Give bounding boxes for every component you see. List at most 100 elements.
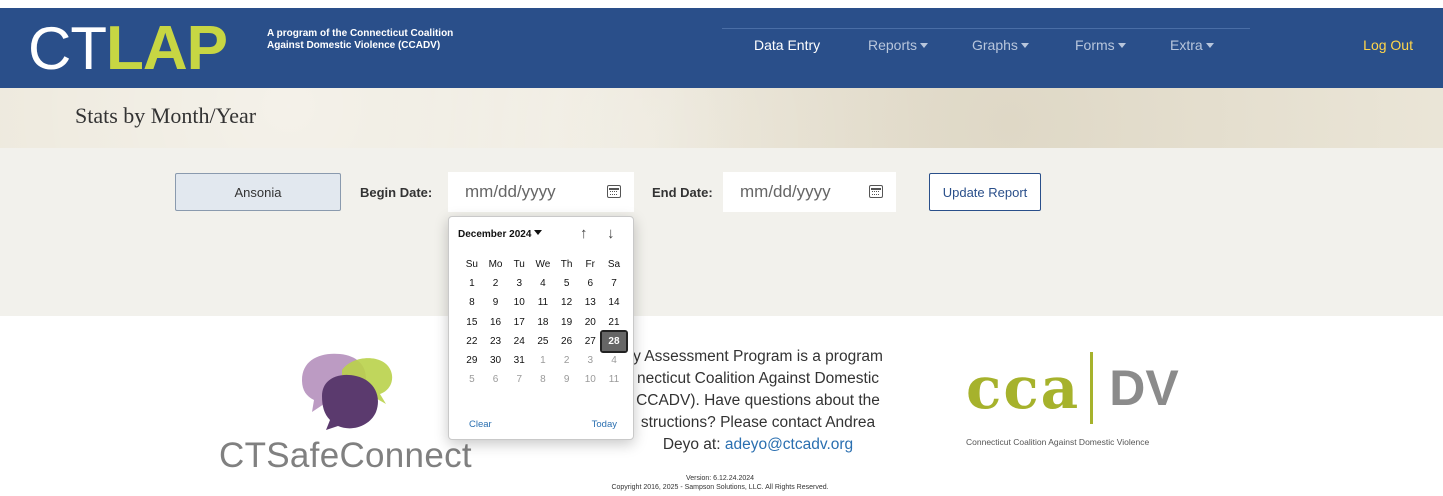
datepicker-day[interactable]: 15: [460, 317, 484, 328]
datepicker-day[interactable]: 1: [531, 355, 555, 366]
datepicker-today-button[interactable]: Today: [592, 419, 617, 430]
weekday-header: We: [535, 259, 551, 271]
datepicker-week-row: 5 6 7 8 9 10 11: [460, 370, 626, 389]
datepicker-day[interactable]: 11: [531, 297, 555, 308]
arrow-up-icon[interactable]: ↑: [580, 225, 588, 242]
end-date-input[interactable]: mm/dd/yyyy: [723, 172, 896, 212]
ccadv-logo-dv: DV: [1109, 360, 1179, 416]
ctsafeconnect-logo-icon: [302, 353, 393, 430]
datepicker-day[interactable]: 5: [460, 374, 484, 385]
filter-panel: Ansonia Begin Date: mm/dd/yyyy End Date:…: [0, 148, 1443, 316]
datepicker-day[interactable]: 16: [484, 317, 508, 328]
datepicker-day[interactable]: 22: [460, 336, 484, 347]
ctlap-logo[interactable]: CT LAP: [28, 14, 228, 83]
nav-forms-label: Forms: [1075, 37, 1115, 53]
datepicker-day[interactable]: 6: [578, 278, 602, 289]
datepicker-day-selected[interactable]: 28: [600, 329, 628, 353]
location-select-button[interactable]: Ansonia: [175, 173, 341, 211]
datepicker-day[interactable]: 26: [555, 336, 579, 347]
logout-link[interactable]: Log Out: [1363, 37, 1413, 53]
datepicker-week-row: 8 9 10 11 12 13 14: [460, 293, 626, 312]
datepicker-day[interactable]: 17: [507, 317, 531, 328]
datepicker-day[interactable]: 7: [602, 278, 626, 289]
chevron-down-icon: [1117, 43, 1126, 48]
datepicker-day[interactable]: 31: [507, 355, 531, 366]
datepicker-day[interactable]: 9: [484, 297, 508, 308]
datepicker-clear-button[interactable]: Clear: [469, 419, 492, 430]
datepicker-day[interactable]: 29: [460, 355, 484, 366]
datepicker-popup: December 2024 ↑ ↓ Su Mo Tu We Th Fr Sa 1 2 3 4 5 6 7 8…: [448, 216, 634, 440]
end-date-placeholder: mm/dd/yyyy: [740, 182, 831, 201]
datepicker-day[interactable]: 10: [507, 297, 531, 308]
chevron-down-icon: [1020, 43, 1029, 48]
datepicker-day[interactable]: 7: [507, 374, 531, 385]
datepicker-day[interactable]: 25: [531, 336, 555, 347]
datepicker-day[interactable]: 14: [602, 297, 626, 308]
chevron-down-icon: [534, 230, 543, 235]
datepicker-day[interactable]: 19: [555, 317, 579, 328]
contact-email-link[interactable]: adeyo@ctcadv.org: [725, 436, 853, 453]
datepicker-day[interactable]: 8: [531, 374, 555, 385]
about-line-5: Deyo at: adeyo@ctcadv.org: [598, 434, 918, 456]
nav-forms[interactable]: Forms: [1075, 37, 1126, 53]
datepicker-month-select[interactable]: December 2024: [458, 229, 543, 240]
begin-date-placeholder: mm/dd/yyyy: [465, 182, 556, 201]
datepicker-day[interactable]: 3: [578, 355, 602, 366]
datepicker-day[interactable]: 21: [602, 317, 626, 328]
datepicker-day[interactable]: 13: [578, 297, 602, 308]
datepicker-day[interactable]: 23: [484, 336, 508, 347]
nav-extra[interactable]: Extra: [1170, 37, 1214, 53]
page-title: Stats by Month/Year: [75, 103, 257, 128]
datepicker-day[interactable]: 27: [578, 336, 602, 347]
datepicker-day[interactable]: 24: [507, 336, 531, 347]
update-report-button[interactable]: Update Report: [929, 173, 1041, 211]
nav-graphs-label: Graphs: [972, 37, 1018, 53]
datepicker-day[interactable]: 4: [531, 278, 555, 289]
nav-reports[interactable]: Reports: [868, 37, 929, 53]
datepicker-day[interactable]: 3: [507, 278, 531, 289]
logo-lap-text: LAP: [105, 14, 228, 83]
datepicker-day[interactable]: 2: [484, 278, 508, 289]
datepicker-day[interactable]: 11: [602, 374, 626, 385]
tagline-line-1: A program of the Connecticut Coalition: [267, 28, 454, 39]
nav-graphs[interactable]: Graphs: [972, 37, 1029, 53]
datepicker-day[interactable]: 30: [484, 355, 508, 366]
end-date-label: End Date:: [652, 185, 713, 200]
arrow-down-icon[interactable]: ↓: [607, 225, 615, 242]
datepicker-day[interactable]: 5: [555, 278, 579, 289]
about-line-2: necticut Coalition Against Domestic: [636, 370, 880, 387]
datepicker-day[interactable]: 1: [460, 278, 484, 289]
weekday-header: Tu: [513, 259, 525, 271]
contact-prefix: Deyo at:: [662, 436, 725, 453]
about-line-4: structions? Please contact Andrea: [640, 414, 876, 431]
datepicker-day[interactable]: 10: [578, 374, 602, 385]
datepicker-day[interactable]: 8: [460, 297, 484, 308]
weekday-header: Th: [560, 259, 573, 271]
begin-date-input[interactable]: mm/dd/yyyy: [448, 172, 634, 212]
copyright-text: Copyright 2016, 2025 - Sampson Solutions…: [611, 484, 829, 491]
datepicker-day[interactable]: 18: [531, 317, 555, 328]
datepicker-day[interactable]: 20: [578, 317, 602, 328]
datepicker-day[interactable]: 2: [555, 355, 579, 366]
weekday-header: Sa: [607, 259, 621, 271]
page-header: Stats by Month/Year: [0, 88, 1443, 148]
datepicker-day[interactable]: 12: [555, 297, 579, 308]
ctsafeconnect-wordmark: CTSafeConnect: [219, 436, 472, 475]
weekday-header: Su: [465, 259, 478, 271]
tagline-line-2: Against Domestic Violence (CCADV): [267, 40, 441, 51]
datepicker-week-row: 1234567: [460, 274, 626, 293]
nav-data-entry[interactable]: Data Entry: [754, 37, 820, 53]
ccadv-logo-divider: [1090, 352, 1094, 424]
datepicker-month-label: December 2024: [458, 229, 532, 240]
datepicker-day[interactable]: 9: [555, 374, 579, 385]
version-info: Version: 6.12.24.2024 Copyright 2016, 20…: [560, 474, 880, 492]
datepicker-grid: Su Mo Tu We Th Fr Sa 1 2 3 4 5 6 7 8 9 10 11 12 13 14 15 16 17 1…: [460, 255, 628, 389]
ccadv-full-name: Connecticut Coalition Against Domestic V…: [966, 437, 1150, 447]
logo-ct-text: CT: [28, 15, 107, 82]
calendar-icon[interactable]: [869, 185, 883, 198]
datepicker-day[interactable]: 4: [602, 355, 626, 366]
calendar-icon[interactable]: [607, 185, 621, 198]
program-description: y Assessment Program is a program nectic…: [598, 346, 918, 456]
datepicker-day[interactable]: 6: [484, 374, 508, 385]
nav-extra-label: Extra: [1170, 37, 1203, 53]
